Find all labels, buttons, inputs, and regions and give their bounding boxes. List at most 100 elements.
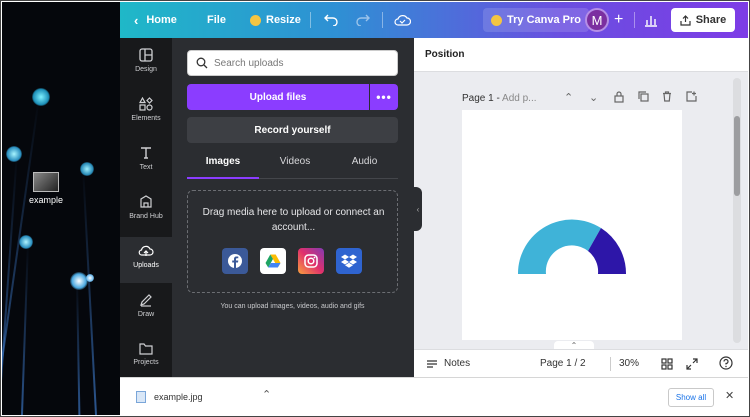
add-page-icon bbox=[686, 91, 697, 102]
divider bbox=[310, 12, 311, 28]
chevron-down-icon[interactable]: ⌄ bbox=[589, 91, 598, 104]
lock-button[interactable] bbox=[614, 91, 624, 106]
upload-files-label: Upload files bbox=[249, 91, 307, 103]
vertical-scrollbar[interactable] bbox=[733, 78, 741, 343]
share-button[interactable]: Share bbox=[671, 8, 735, 32]
download-file-name: example.jpg bbox=[154, 392, 203, 402]
light-dot bbox=[70, 272, 88, 290]
tab-audio[interactable]: Audio bbox=[331, 156, 398, 176]
undo-button[interactable] bbox=[324, 2, 338, 38]
uploads-panel: Upload files ••• Record yourself Images … bbox=[172, 38, 414, 377]
avatar-letter: M bbox=[591, 12, 603, 28]
design-page[interactable] bbox=[462, 110, 682, 340]
crown-icon bbox=[491, 14, 502, 26]
try-pro-label: Try Canva Pro bbox=[507, 14, 581, 26]
light-dot bbox=[32, 88, 50, 106]
rail-label: Brand Hub bbox=[129, 213, 163, 220]
desktop-file-label: example bbox=[28, 195, 64, 205]
dropzone-text: Drag media here to upload or connect an … bbox=[202, 207, 385, 233]
download-options-button[interactable]: ⌃ bbox=[262, 388, 271, 401]
upload-more-options-button[interactable]: ••• bbox=[370, 84, 398, 110]
try-canva-pro-button[interactable]: Try Canva Pro bbox=[483, 8, 589, 32]
file-menu[interactable]: File bbox=[207, 2, 226, 38]
gauge-graphic[interactable] bbox=[516, 218, 628, 278]
folder-icon bbox=[139, 343, 153, 355]
fiber-strand bbox=[20, 241, 29, 415]
zoom-level[interactable]: 30% bbox=[619, 358, 639, 369]
home-button[interactable]: ‹ Home bbox=[134, 2, 177, 38]
rail-item-design[interactable]: Design bbox=[120, 41, 172, 87]
light-dot bbox=[19, 235, 33, 249]
collapse-panel-button[interactable]: ‹ bbox=[414, 187, 422, 231]
resize-button[interactable]: Resize bbox=[250, 2, 301, 38]
add-page-button[interactable] bbox=[686, 91, 697, 105]
home-label: Home bbox=[146, 14, 177, 26]
add-collaborator-button[interactable]: + bbox=[614, 2, 623, 38]
notes-icon bbox=[427, 359, 437, 368]
rail-item-elements[interactable]: Elements bbox=[120, 90, 172, 136]
facebook-icon bbox=[228, 254, 242, 268]
help-icon bbox=[719, 356, 733, 370]
rail-item-projects[interactable]: Projects bbox=[120, 335, 172, 377]
fullscreen-button[interactable] bbox=[686, 358, 698, 373]
instagram-button[interactable] bbox=[298, 248, 324, 274]
rail-item-brand-hub[interactable]: Brand Hub bbox=[120, 188, 172, 234]
dropbox-button[interactable] bbox=[336, 248, 362, 274]
dropbox-icon bbox=[341, 254, 357, 268]
editor-footer: Notes Page 1 / 2 30% bbox=[414, 349, 748, 377]
light-dot bbox=[6, 146, 22, 162]
record-yourself-button[interactable]: Record yourself bbox=[187, 117, 398, 143]
layout-icon bbox=[139, 48, 153, 62]
notes-button[interactable]: Notes bbox=[426, 358, 470, 369]
insights-button[interactable] bbox=[644, 2, 658, 38]
page-indicator[interactable]: Page 1 / 2 bbox=[540, 358, 586, 369]
tab-images[interactable]: Images bbox=[187, 156, 259, 176]
rail-label: Uploads bbox=[133, 262, 159, 269]
duplicate-icon bbox=[638, 91, 649, 102]
fiber-strand bbox=[2, 96, 40, 415]
more-icon: ••• bbox=[376, 90, 392, 104]
show-all-button[interactable]: Show all bbox=[668, 388, 714, 407]
pen-icon bbox=[140, 294, 152, 307]
upload-dropzone[interactable]: Drag media here to upload or connect an … bbox=[187, 190, 398, 293]
rail-item-text[interactable]: Text bbox=[120, 139, 172, 185]
rail-label: Design bbox=[135, 66, 157, 73]
active-tab-indicator bbox=[187, 177, 259, 179]
chevron-up-icon[interactable]: ⌃ bbox=[564, 91, 573, 104]
google-drive-button[interactable] bbox=[260, 248, 286, 274]
show-all-label: Show all bbox=[675, 393, 707, 402]
upload-files-button[interactable]: Upload files bbox=[187, 84, 369, 110]
upload-hint-text: You can upload images, videos, audio and… bbox=[220, 303, 365, 310]
cloud-save-status[interactable] bbox=[394, 2, 411, 38]
rail-item-uploads[interactable]: Uploads bbox=[120, 237, 172, 283]
bar-chart-icon bbox=[645, 15, 657, 27]
gauge-arc-light bbox=[517, 219, 601, 274]
facebook-button[interactable] bbox=[222, 248, 248, 274]
download-item[interactable]: example.jpg bbox=[136, 391, 203, 403]
close-icon: ✕ bbox=[725, 390, 735, 402]
editor-area: Position Page 1 - Add p... ⌃ ⌄ ⌃ Notes P… bbox=[414, 38, 748, 377]
scrollbar-thumb[interactable] bbox=[734, 116, 740, 196]
chevron-left-icon: ‹ bbox=[416, 204, 420, 214]
close-downloads-button[interactable]: ✕ bbox=[725, 389, 734, 402]
page-title-input[interactable]: Add p... bbox=[502, 93, 536, 104]
rail-item-draw[interactable]: Draw bbox=[120, 286, 172, 332]
grid-view-button[interactable] bbox=[661, 358, 673, 373]
brand-icon bbox=[140, 195, 152, 208]
google-drive-icon bbox=[265, 254, 281, 268]
user-avatar[interactable]: M bbox=[585, 8, 609, 32]
divider bbox=[610, 357, 611, 371]
duplicate-page-button[interactable] bbox=[638, 91, 649, 105]
search-uploads-input[interactable] bbox=[214, 51, 394, 75]
redo-button[interactable] bbox=[356, 2, 370, 38]
tab-videos[interactable]: Videos bbox=[259, 156, 331, 176]
cloud-check-icon bbox=[394, 15, 411, 26]
delete-page-button[interactable] bbox=[662, 91, 672, 105]
help-button[interactable] bbox=[719, 356, 733, 373]
share-label: Share bbox=[695, 14, 727, 26]
position-button[interactable]: Position bbox=[425, 49, 464, 60]
side-rail: Design Elements Text Brand Hub Uploads D… bbox=[120, 38, 172, 377]
desktop-file-icon[interactable]: example bbox=[26, 172, 66, 205]
chevron-left-icon: ‹ bbox=[134, 12, 139, 28]
lock-icon bbox=[614, 91, 624, 103]
